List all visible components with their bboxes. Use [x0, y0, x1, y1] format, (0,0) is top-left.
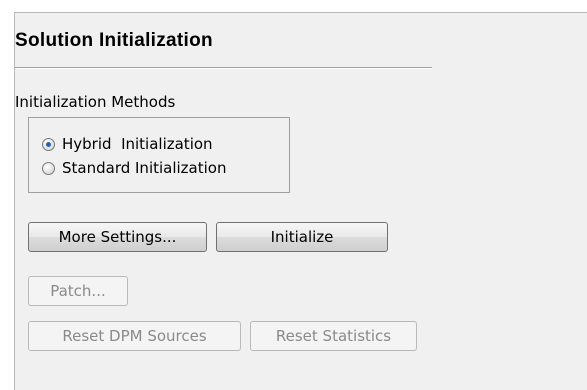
radio-label: Hybrid Initialization	[62, 135, 213, 153]
initialization-methods-group	[28, 117, 290, 193]
initialization-methods-label: Initialization Methods	[15, 93, 176, 111]
radio-unselected-icon[interactable]	[42, 161, 55, 175]
initialize-button[interactable]: Initialize	[216, 222, 388, 252]
panel-title: Solution Initialization	[15, 30, 213, 51]
radio-label: Standard Initialization	[62, 159, 227, 177]
reset-dpm-sources-button[interactable]: Reset DPM Sources	[28, 321, 241, 351]
reset-statistics-button[interactable]: Reset Statistics	[250, 321, 417, 351]
more-settings-button[interactable]: More Settings...	[28, 222, 207, 252]
patch-button[interactable]: Patch...	[28, 276, 128, 306]
radio-selected-icon[interactable]	[42, 137, 55, 151]
radio-standard-initialization[interactable]: Standard Initialization	[42, 157, 226, 179]
title-divider-highlight	[15, 68, 432, 69]
radio-hybrid-initialization[interactable]: Hybrid Initialization	[42, 133, 213, 155]
